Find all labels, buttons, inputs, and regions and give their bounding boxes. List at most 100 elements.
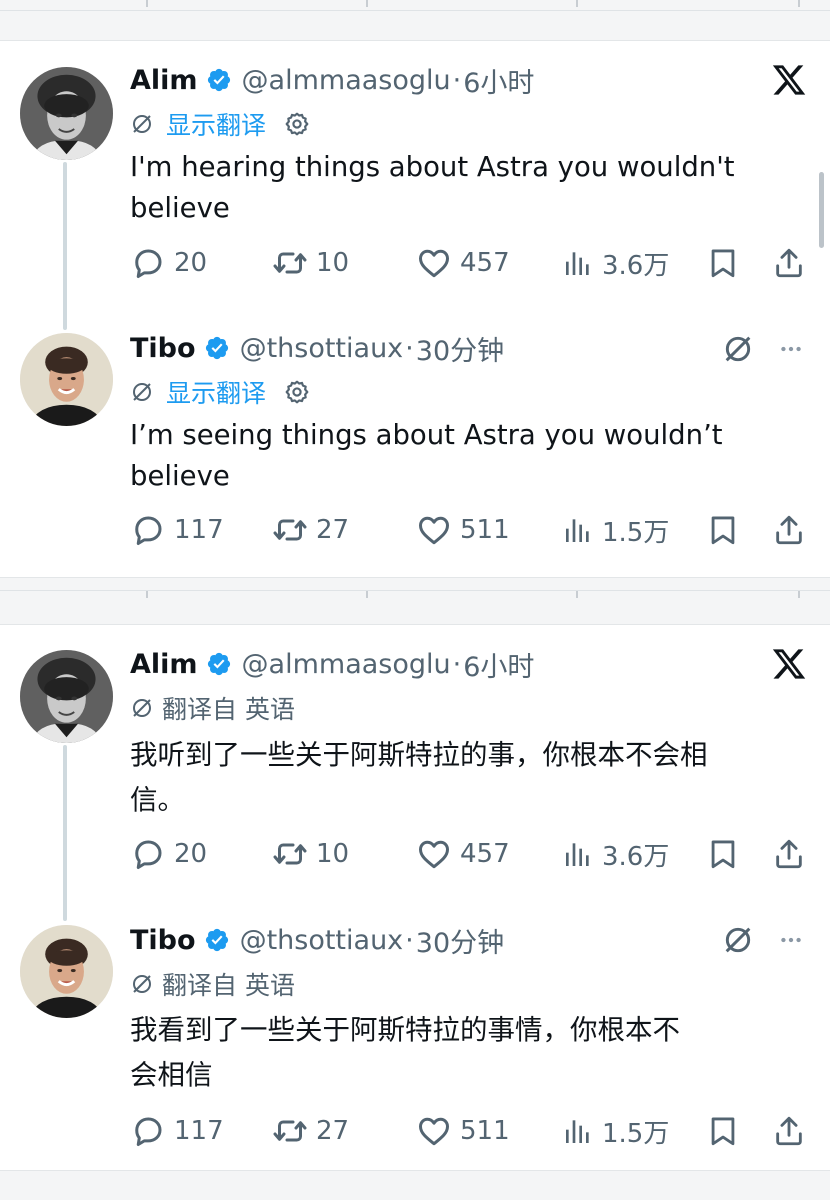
post-header: Alim @almmaasoglu · 6小时: [130, 644, 534, 684]
repost-button[interactable]: 27: [272, 1111, 349, 1151]
bookmark-button[interactable]: [706, 243, 740, 283]
views-count: 3.6万: [602, 250, 670, 281]
author-handle[interactable]: @almmaasoglu: [242, 649, 451, 680]
verified-badge-icon: [206, 651, 232, 677]
gear-icon[interactable]: [284, 379, 310, 405]
bookmark-icon: [706, 513, 740, 547]
translate-icon: [130, 380, 154, 404]
avatar[interactable]: [20, 67, 113, 160]
share-icon: [772, 513, 806, 547]
show-translation-link[interactable]: 显示翻译: [166, 106, 266, 142]
bookmark-icon: [706, 1114, 740, 1148]
like-button[interactable]: 511: [416, 1111, 510, 1151]
share-button[interactable]: [772, 1111, 806, 1151]
action-bar: 117 27 511 1.5万: [130, 510, 820, 550]
author-handle[interactable]: @thsottiaux: [240, 333, 404, 364]
post-time[interactable]: 6小时: [463, 61, 534, 100]
reply-icon: [130, 836, 166, 872]
author-handle[interactable]: @almmaasoglu: [242, 65, 451, 96]
more-icon[interactable]: [776, 336, 806, 362]
repost-button[interactable]: 10: [272, 243, 349, 283]
separator-dot: ·: [405, 924, 414, 956]
more-icon[interactable]: [776, 927, 806, 953]
post-time[interactable]: 30分钟: [416, 921, 504, 960]
views-button[interactable]: 1.5万: [562, 510, 669, 550]
reply-count: 117: [174, 515, 224, 545]
repost-icon: [272, 245, 308, 281]
muted-icon[interactable]: [722, 924, 754, 956]
x-logo-icon: [771, 646, 807, 682]
translated-from-note[interactable]: 翻译自 英语: [162, 690, 295, 726]
post-text: I’m seeing things about Astra you wouldn…: [130, 419, 723, 492]
share-icon: [772, 246, 806, 280]
translate-icon: [130, 972, 154, 996]
translate-row: 翻译自 英语: [130, 691, 295, 725]
like-icon: [416, 245, 452, 281]
reply-button[interactable]: 117: [130, 510, 224, 550]
bookmark-button[interactable]: [706, 834, 740, 874]
views-button[interactable]: 1.5万: [562, 1111, 669, 1151]
views-button[interactable]: 3.6万: [562, 243, 669, 283]
muted-icon[interactable]: [722, 333, 754, 365]
share-button[interactable]: [772, 834, 806, 874]
action-bar: 117 27 511 1.5万: [130, 1111, 820, 1151]
author-name[interactable]: Tibo: [130, 925, 196, 956]
repost-icon: [272, 512, 308, 548]
views-icon: [562, 838, 594, 870]
translated-from-note[interactable]: 翻译自 英语: [162, 966, 295, 1002]
share-button[interactable]: [772, 243, 806, 283]
avatar[interactable]: [20, 650, 113, 743]
views-count: 3.6万: [602, 841, 670, 872]
like-button[interactable]: 511: [416, 510, 510, 550]
author-handle[interactable]: @thsottiaux: [240, 925, 404, 956]
reply-button[interactable]: 20: [130, 834, 207, 874]
like-count: 457: [460, 839, 510, 869]
repost-count: 10: [316, 248, 350, 278]
bookmark-icon: [706, 837, 740, 871]
verified-badge-icon: [204, 927, 230, 953]
divider: [0, 10, 830, 11]
separator-dot: ·: [452, 648, 462, 680]
avatar[interactable]: [20, 925, 113, 1018]
author-name[interactable]: Alim: [130, 65, 198, 96]
like-button[interactable]: 457: [416, 834, 510, 874]
bookmark-button[interactable]: [706, 1111, 740, 1151]
post-text: 我听到了一些关于阿斯特拉的事，你根本不会相 信。: [130, 739, 708, 816]
views-icon: [562, 514, 594, 546]
like-button[interactable]: 457: [416, 243, 510, 283]
gear-icon[interactable]: [284, 111, 310, 137]
post-time[interactable]: 30分钟: [416, 329, 504, 368]
bookmark-button[interactable]: [706, 510, 740, 550]
post-text: 我看到了一些关于阿斯特拉的事情，你根本不 会相信: [130, 1014, 680, 1091]
thread-line: [63, 162, 67, 330]
author-name[interactable]: Alim: [130, 649, 198, 680]
reply-count: 20: [174, 839, 208, 869]
views-button[interactable]: 3.6万: [562, 834, 669, 874]
repost-button[interactable]: 27: [272, 510, 349, 550]
like-count: 457: [460, 248, 510, 278]
share-button[interactable]: [772, 510, 806, 550]
translate-row: 翻译自 英语: [130, 967, 295, 1001]
repost-icon: [272, 836, 308, 872]
views-count: 1.5万: [602, 517, 670, 548]
reply-button[interactable]: 20: [130, 243, 207, 283]
translate-icon: [130, 112, 154, 136]
author-name[interactable]: Tibo: [130, 333, 196, 364]
x-logo-icon: [771, 62, 807, 98]
action-bar: 20 10 457 3.6万: [130, 834, 820, 874]
share-icon: [772, 1114, 806, 1148]
avatar[interactable]: [20, 333, 113, 426]
views-icon: [562, 1115, 594, 1147]
show-translation-link[interactable]: 显示翻译: [166, 374, 266, 410]
separator-band-bottom: [0, 1171, 830, 1200]
post-header: Alim @almmaasoglu · 6小时: [130, 60, 534, 100]
scrollbar[interactable]: [819, 172, 824, 248]
post-time[interactable]: 6小时: [463, 645, 534, 684]
divider: [0, 624, 830, 625]
repost-button[interactable]: 10: [272, 834, 349, 874]
reply-count: 117: [174, 1116, 224, 1146]
reply-button[interactable]: 117: [130, 1111, 224, 1151]
repost-icon: [272, 1113, 308, 1149]
reply-icon: [130, 512, 166, 548]
action-bar: 20 10 457 3.6万: [130, 243, 820, 283]
